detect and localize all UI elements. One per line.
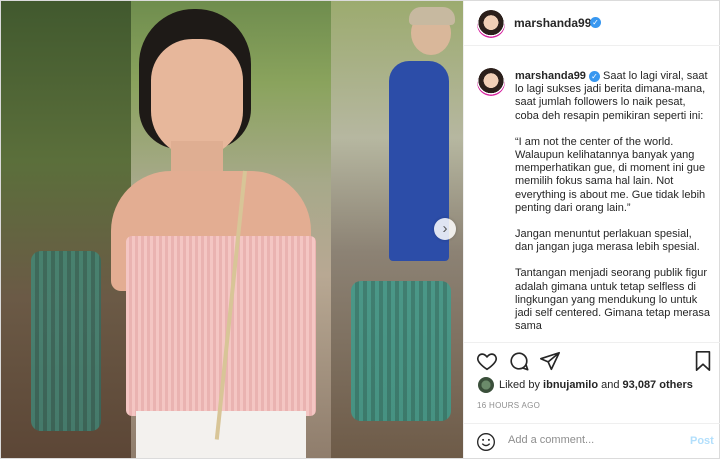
bookmark-icon[interactable] xyxy=(693,350,713,372)
photo-bystander-hat xyxy=(409,7,455,25)
carousel-next-button[interactable]: › xyxy=(434,218,456,240)
likes-summary: Liked by ibnujamilo and 93,087 others xyxy=(499,379,693,391)
post-comment-button[interactable]: Post xyxy=(690,435,714,447)
photo-subject-face xyxy=(151,39,243,157)
paper-plane-icon[interactable] xyxy=(539,350,561,372)
liked-by-username[interactable]: ibnujamilo xyxy=(543,379,598,391)
likes-prefix: Liked by xyxy=(499,379,540,391)
likes-connector: and xyxy=(601,379,620,391)
instagram-post: › marshanda99 ✓ marshanda99 ✓ Saat lo lag… xyxy=(0,0,720,459)
caption-paragraph-2: “I am not the center of the world. Walau… xyxy=(515,135,706,214)
liked-by-avatar[interactable] xyxy=(478,377,494,393)
likes-count[interactable]: 93,087 others xyxy=(623,379,693,391)
post-header: marshanda99 ✓ xyxy=(464,1,720,46)
chevron-right-icon: › xyxy=(442,220,448,237)
caption-paragraph-3: Jangan menuntut perlakuan spesial, dan j… xyxy=(515,228,700,254)
post-side-panel: marshanda99 ✓ marshanda99 ✓ Saat lo lagi … xyxy=(463,1,720,458)
author-username[interactable]: marshanda99 xyxy=(514,16,591,30)
caption-text: marshanda99 ✓ Saat lo lagi viral, saat lo… xyxy=(515,70,711,342)
caption-author-username[interactable]: marshanda99 xyxy=(515,70,586,82)
caption-paragraph-1: marshanda99 ✓ Saat lo lagi viral, saat lo… xyxy=(515,70,711,123)
caption-scroll-area[interactable]: marshanda99 ✓ Saat lo lagi viral, saat lo… xyxy=(464,46,720,342)
comment-icon[interactable] xyxy=(508,350,530,372)
caption-paragraph-4: Tantangan menjadi seorang publik figur a… xyxy=(515,267,711,333)
verified-badge-icon: ✓ xyxy=(590,17,601,28)
comment-bar: Post xyxy=(464,423,720,460)
heart-icon[interactable] xyxy=(476,350,498,372)
caption-author-avatar[interactable] xyxy=(477,68,505,96)
post-photo[interactable]: › xyxy=(1,1,463,458)
post-timestamp[interactable]: 16 HOURS AGO xyxy=(477,401,540,410)
photo-chair-left xyxy=(31,251,101,431)
caption-verified-badge-icon: ✓ xyxy=(588,70,600,82)
photo-chair-right xyxy=(351,281,451,421)
emoji-icon[interactable] xyxy=(476,432,496,452)
author-avatar[interactable] xyxy=(477,10,505,38)
comment-input[interactable] xyxy=(508,434,678,446)
post-actions: Liked by ibnujamilo and 93,087 others 16… xyxy=(464,342,720,459)
